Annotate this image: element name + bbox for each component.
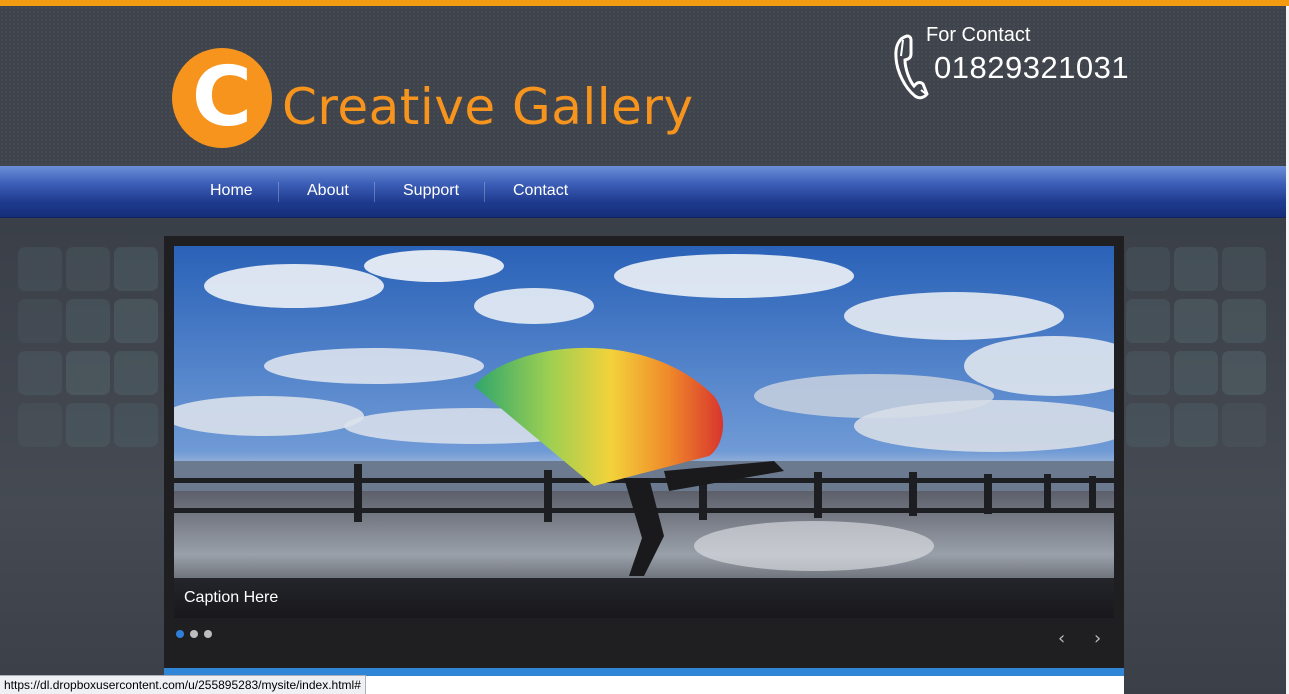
nav-item-contact[interactable]: Contact [513,166,568,218]
nav-separator [374,182,375,202]
site-title[interactable]: Creative Gallery [282,78,694,136]
slider-next-icon[interactable]: › [1094,628,1101,649]
slide-dot-1[interactable] [176,630,184,638]
logo-badge[interactable]: C [172,48,272,148]
main-navbar: Home About Support Contact [0,166,1289,218]
slide-caption: Caption Here [184,589,279,606]
nav-item-home[interactable]: Home [210,166,253,218]
slide-dot-3[interactable] [204,630,212,638]
nav-separator [278,182,279,202]
image-slider[interactable]: Caption Here ‹ › [164,236,1124,668]
status-bar-url: https://dl.dropboxusercontent.com/u/2558… [0,675,366,694]
logo-letter: C [191,50,253,145]
contact-label: For Contact [926,24,1031,46]
nav-item-support[interactable]: Support [403,166,459,218]
nav-item-about[interactable]: About [307,166,349,218]
slide-dot-2[interactable] [190,630,198,638]
site-header: C Creative Gallery For Contact 018293210… [0,6,1289,166]
contact-phone-number: 01829321031 [934,50,1130,85]
slide-caption-bar: Caption Here [174,578,1114,618]
slider-prev-icon[interactable]: ‹ [1058,628,1065,649]
nav-separator [484,182,485,202]
slide-image [174,246,1114,618]
